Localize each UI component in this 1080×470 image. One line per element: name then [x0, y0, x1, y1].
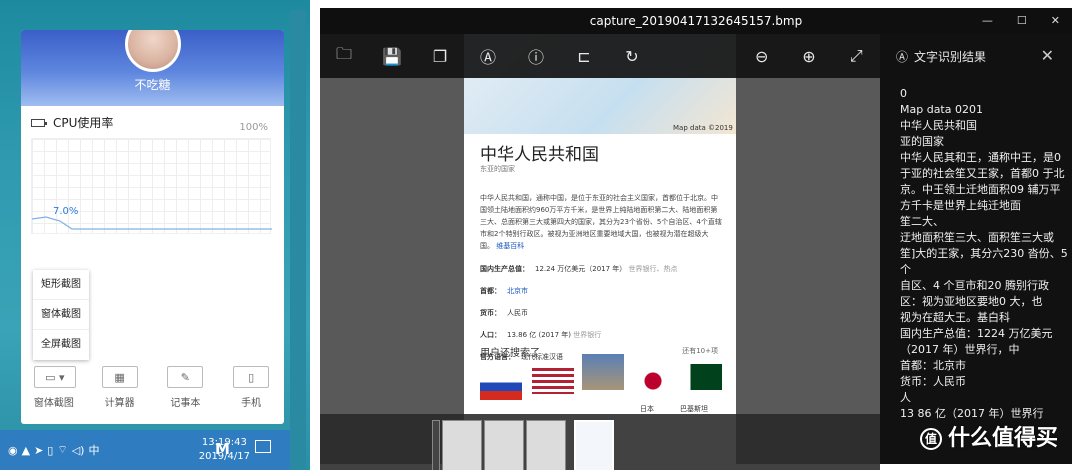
cpu-current-value: 7.0% [53, 206, 79, 217]
fact-gdp: 国内生产总值： 12.24 万亿美元（2017 年） 世界银行、热点 [480, 265, 678, 273]
japan-flag [632, 368, 674, 394]
fact-capital: 首都： 北京市 [480, 287, 528, 295]
thumbnail[interactable] [526, 420, 566, 470]
ocr-result-text[interactable]: 0 Map data 0201 中华人民共和国 亚的国家 中华人民其和王，通称中… [900, 86, 1068, 422]
phone-button[interactable]: ▯ 手机 [231, 366, 271, 409]
usa-flag [532, 368, 574, 394]
calculator-button[interactable]: ▦ 计算器 [100, 366, 140, 409]
copy-icon[interactable]: ❐ [416, 47, 464, 66]
fit-icon[interactable]: ⤢ [833, 46, 880, 66]
crop-icon[interactable]: ⊏ [560, 47, 608, 66]
ime-indicator[interactable]: 中 [88, 442, 99, 458]
network-icon[interactable]: ◉ [8, 444, 18, 457]
zoom-out-icon[interactable]: ⊖ [738, 47, 785, 66]
notepad-icon[interactable]: ✎ [167, 366, 204, 388]
fact-population: 人口： 13.86 亿 (2017 年) 世界银行 [480, 331, 602, 339]
minimize-icon[interactable]: — [982, 8, 993, 34]
volume-icon[interactable]: ◁) [72, 444, 85, 457]
doc-title: 中华人民共和国 [480, 145, 599, 165]
maximize-icon[interactable]: ☐ [1017, 8, 1027, 34]
fact-currency: 货币： 人民币 [480, 309, 528, 317]
notepad-label: 记事本 [170, 398, 201, 409]
rotate-icon[interactable]: ↻ [608, 47, 656, 66]
battery-icon [31, 118, 47, 127]
desktop-edge [290, 10, 306, 470]
save-icon[interactable]: 💾 [368, 47, 416, 66]
pakistan-flag [680, 364, 722, 390]
screenshot-root: 不吃糖 CPU使用率 100% 7.0% 矩形截图 窗体截图 全屏截图 ▭ ▾ [0, 0, 1080, 470]
thumbnail[interactable] [484, 420, 524, 470]
desktop-background: 不吃糖 CPU使用率 100% 7.0% 矩形截图 窗体截图 全屏截图 ▭ ▾ [0, 0, 310, 470]
notepad-button[interactable]: ✎ 记事本 [165, 366, 205, 409]
taskbar-logo[interactable]: M [215, 440, 230, 458]
viewer-toolbar: 🗀 💾 ❐ Ⓐ ⓘ ⊏ ↻ [320, 34, 738, 78]
map-credit: Map data ©2019 [673, 124, 733, 132]
window-title: capture_20190417132645157.bmp [589, 14, 803, 28]
russia-flag [480, 374, 522, 400]
username: 不吃糖 [134, 78, 171, 92]
city-photo [582, 354, 624, 390]
ocr-panel: Ⓐ 文字识别结果 ✕ 0 Map data 0201 中华人民共和国 亚的国家 … [880, 34, 1072, 464]
watermark-icon: 值 [920, 428, 942, 450]
viewer-toolbar-zoom: ⊖ ⊕ ⤢ [738, 34, 880, 78]
ocr-icon: Ⓐ [896, 49, 909, 64]
ocr-title: 文字识别结果 [914, 49, 987, 64]
watermark-text: 什么值得买 [948, 426, 1059, 451]
notification-icon[interactable] [255, 440, 271, 453]
phone-label: 手机 [241, 398, 262, 409]
thumbnail[interactable] [432, 420, 440, 470]
doc-body-link: 维基百科 [496, 242, 525, 250]
cpu-max-label: 100% [239, 122, 268, 133]
send-icon[interactable]: ➤ [34, 444, 43, 457]
thumbnail-selected[interactable] [574, 420, 614, 470]
watermark: 值什么值得买 [920, 420, 1058, 452]
info-icon[interactable]: ⓘ [512, 44, 560, 68]
captured-document: Map data ©2019 中华人民共和国 东亚的国家 中华人民共和国，通称中… [464, 34, 736, 464]
capture-menu: 矩形截图 窗体截图 全屏截图 [33, 270, 89, 360]
app-tray-icon[interactable]: ▲ [22, 444, 30, 457]
doc-subtitle: 东亚的国家 [480, 165, 515, 173]
filmstrip [320, 414, 880, 470]
related-title: 用户还搜索了 [480, 348, 540, 359]
close-icon[interactable]: ✕ [1051, 8, 1060, 34]
related-more: 还有10+项 [682, 347, 718, 355]
cpu-usage-label: CPU使用率 [53, 116, 114, 130]
window-capture-button[interactable]: ▭ ▾ 窗体截图 [33, 366, 76, 409]
window-controls: — ☐ ✕ [982, 8, 1060, 34]
related-label-japan: 日本 [640, 405, 654, 413]
calculator-label: 计算器 [104, 398, 135, 409]
image-canvas[interactable]: Map data ©2019 中华人民共和国 东亚的国家 中华人民共和国，通称中… [320, 34, 880, 470]
image-viewer-window: capture_20190417132645157.bmp — ☐ ✕ Map … [320, 8, 1072, 470]
system-tray: ◉ ▲ ➤ ▯ ⌔ ◁) 中 [8, 442, 99, 458]
folder-icon[interactable]: 🗀 [320, 43, 368, 70]
tool-panel: 不吃糖 CPU使用率 100% 7.0% 矩形截图 窗体截图 全屏截图 ▭ ▾ [21, 30, 284, 424]
window-titlebar: capture_20190417132645157.bmp — ☐ ✕ [320, 8, 1072, 34]
thumbnail[interactable] [442, 420, 482, 470]
menu-item-fullscreen-capture[interactable]: 全屏截图 [33, 330, 89, 360]
related-label-pakistan: 巴基斯坦 [680, 405, 708, 413]
usb-icon[interactable]: ▯ [47, 444, 53, 457]
ocr-icon[interactable]: Ⓐ [464, 44, 512, 68]
tool-buttons: ▭ ▾ 窗体截图 ▦ 计算器 ✎ 记事本 ▯ 手机 [21, 366, 284, 409]
wifi-icon[interactable]: ⌔ [57, 443, 67, 457]
doc-body: 中华人民共和国，通称中国，是位于东亚的社会主义国家，首都位于北京。中国领土陆地面… [480, 192, 722, 368]
cpu-usage-header: CPU使用率 [31, 114, 113, 131]
window-capture-label: 窗体截图 [33, 398, 74, 409]
taskbar: ◉ ▲ ➤ ▯ ⌔ ◁) 中 13:19:43 2019/4/17 M [0, 430, 290, 470]
window-capture-icon[interactable]: ▭ ▾ [33, 366, 76, 388]
close-icon[interactable]: ✕ [1041, 46, 1054, 65]
cpu-usage-chart [31, 138, 272, 234]
calculator-icon[interactable]: ▦ [101, 366, 138, 388]
zoom-in-icon[interactable]: ⊕ [785, 47, 832, 66]
menu-item-window-capture[interactable]: 窗体截图 [33, 300, 89, 330]
phone-icon[interactable]: ▯ [233, 366, 270, 388]
menu-item-rect-capture[interactable]: 矩形截图 [33, 270, 89, 300]
related-flags: 日本 巴基斯坦 [480, 354, 726, 413]
